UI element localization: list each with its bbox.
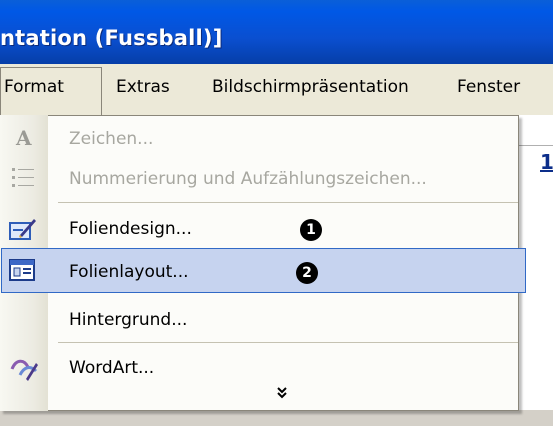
- menu-item-wordart[interactable]: WordArt...: [0, 345, 518, 395]
- title-bar: ntation (Fussball)]: [0, 0, 553, 64]
- window-title: ntation (Fussball)]: [0, 26, 223, 50]
- wordart-icon: [10, 355, 40, 387]
- menu-item-folienlayout[interactable]: Folienlayout... 2: [0, 248, 518, 298]
- slide-layout-icon: [8, 258, 38, 288]
- menu-item-hintergrund[interactable]: Hintergrund...: [0, 296, 518, 346]
- expand-menu-chevron-icon[interactable]: [276, 386, 288, 404]
- callout-marker: 2: [296, 262, 318, 284]
- document-digit: 1: [540, 150, 553, 174]
- font-a-icon: A: [14, 126, 36, 154]
- svg-text:A: A: [15, 126, 32, 150]
- slide-design-icon: [8, 215, 38, 247]
- menu-bildschirmpraesentation[interactable]: Bildschirmpräsentation: [212, 77, 409, 97]
- menu-item-nummerierung[interactable]: Nummerierung und Aufzählungszeichen...: [0, 156, 518, 206]
- menu-item-label: Zeichen...: [69, 129, 154, 149]
- bottom-strip: [0, 410, 553, 426]
- menu-item-label: Nummerierung und Aufzählungszeichen...: [69, 169, 427, 189]
- menu-format[interactable]: Format: [4, 77, 64, 97]
- menu-separator: [58, 202, 518, 203]
- menu-separator: [58, 342, 518, 343]
- callout-marker: 1: [300, 219, 322, 241]
- menu-item-label: Folienlayout...: [69, 262, 189, 282]
- menu-item-label: Hintergrund...: [69, 310, 188, 330]
- menu-item-label: Foliendesign...: [69, 219, 192, 239]
- menu-fenster[interactable]: Fenster: [457, 77, 520, 97]
- document-divider: [519, 145, 553, 146]
- menu-extras[interactable]: Extras: [116, 77, 170, 97]
- bullet-list-icon: [10, 164, 38, 196]
- menu-item-label: WordArt...: [69, 358, 155, 378]
